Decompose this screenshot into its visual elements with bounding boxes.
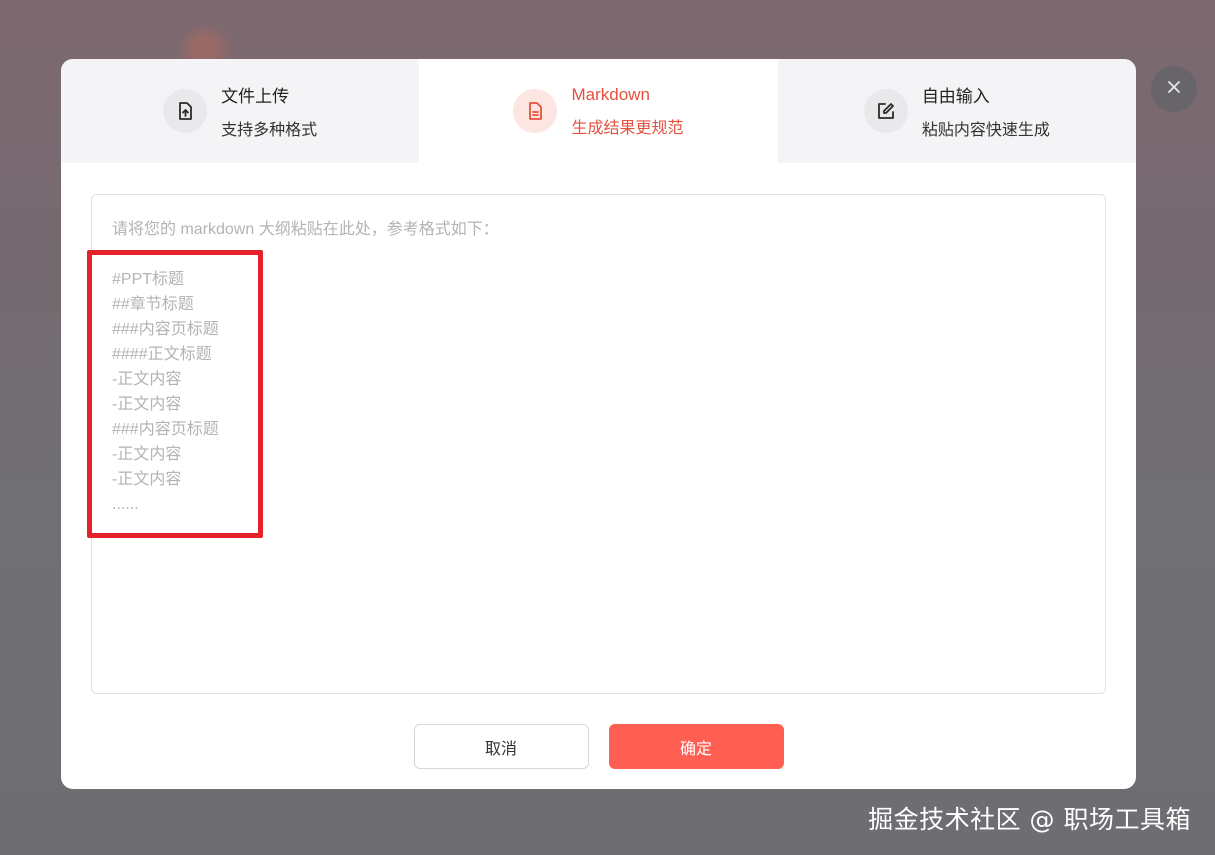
tab-markdown-title: Markdown <box>571 84 650 104</box>
tab-file-upload-subtitle: 支持多种格式 <box>221 122 318 139</box>
placeholder-line: ###内容页标题 <box>112 321 219 338</box>
placeholder-line: -正文内容 <box>112 371 182 388</box>
import-dialog: 文件上传 支持多种格式 Markdown 生成结果更规范 自由输入 粘贴内容快速… <box>61 59 1136 789</box>
placeholder-line: ###内容页标题 <box>112 421 219 438</box>
placeholder-line: -正文内容 <box>112 471 182 488</box>
markdown-input[interactable]: 请将您的 markdown 大纲粘贴在此处，参考格式如下： #PPT标题 ##章… <box>91 194 1106 694</box>
placeholder-line: -正文内容 <box>112 446 182 463</box>
dialog-footer: 取消 确定 <box>61 724 1136 769</box>
watermark: 掘金技术社区 @ 职场工具箱 <box>868 805 1191 834</box>
edit-icon <box>863 89 908 133</box>
close-button[interactable] <box>1151 66 1197 112</box>
tab-free-input-title: 自由输入 <box>921 87 990 106</box>
placeholder-intro: 请将您的 markdown 大纲粘贴在此处，参考格式如下： <box>112 221 499 238</box>
tab-markdown-subtitle: 生成结果更规范 <box>571 119 684 137</box>
tab-file-upload[interactable]: 文件上传 支持多种格式 <box>61 59 420 163</box>
file-upload-icon <box>163 89 208 133</box>
cancel-button[interactable]: 取消 <box>413 724 589 769</box>
tab-free-input[interactable]: 自由输入 粘贴内容快速生成 <box>777 59 1136 163</box>
confirm-button[interactable]: 确定 <box>608 724 784 769</box>
placeholder-line: ####正文标题 <box>112 346 212 363</box>
markdown-placeholder: 请将您的 markdown 大纲粘贴在此处，参考格式如下： #PPT标题 ##章… <box>92 195 1105 693</box>
placeholder-line: #PPT标题 <box>112 271 185 288</box>
tab-markdown[interactable]: Markdown 生成结果更规范 <box>419 59 778 163</box>
tab-bar: 文件上传 支持多种格式 Markdown 生成结果更规范 自由输入 粘贴内容快速… <box>61 59 1136 163</box>
document-icon <box>513 89 558 133</box>
tab-file-upload-title: 文件上传 <box>221 87 290 106</box>
tab-free-input-subtitle: 粘贴内容快速生成 <box>921 122 1050 139</box>
placeholder-line: ...... <box>112 496 139 513</box>
placeholder-line: -正文内容 <box>112 396 182 413</box>
placeholder-line: ##章节标题 <box>112 296 194 313</box>
close-icon <box>1166 79 1182 100</box>
